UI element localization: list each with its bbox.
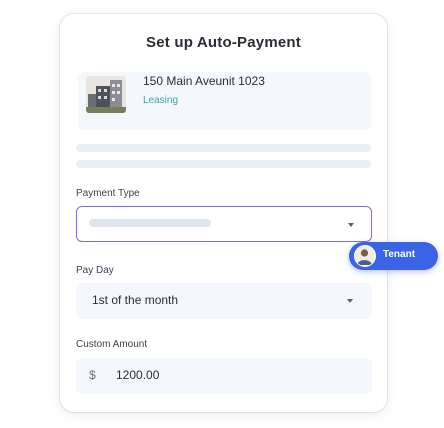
pay-day-value: 1st of the month xyxy=(92,293,179,307)
payment-type-placeholder xyxy=(89,219,211,227)
tenant-avatar xyxy=(354,245,376,267)
tenant-label: Tenant xyxy=(383,249,416,260)
property-thumbnail xyxy=(86,76,126,113)
person-avatar-icon xyxy=(355,246,374,265)
chevron-down-icon xyxy=(348,223,354,227)
property-address: 150 Main Aveunit 1023 xyxy=(143,74,265,88)
currency-symbol: $ xyxy=(89,368,96,382)
pay-day-label: Pay Day xyxy=(76,265,114,276)
custom-amount-value: 1200.00 xyxy=(116,368,160,382)
custom-amount-input[interactable]: $ 1200.00 xyxy=(76,358,372,394)
tenant-cursor-badge: Tenant xyxy=(349,242,438,270)
building-image-icon xyxy=(86,76,126,113)
loading-placeholder xyxy=(76,144,371,152)
dialog-title: Set up Auto-Payment xyxy=(146,34,301,51)
property-status: Leasing xyxy=(143,95,179,106)
payment-type-select[interactable] xyxy=(76,206,372,242)
custom-amount-label: Custom Amount xyxy=(76,339,148,350)
chevron-down-icon xyxy=(347,299,353,303)
pay-day-select[interactable]: 1st of the month xyxy=(76,283,372,319)
auto-payment-card: Set up Auto-Payment 150 Main Aveunit 102… xyxy=(60,14,387,412)
property-summary: 150 Main Aveunit 1023 Leasing xyxy=(78,72,371,130)
loading-placeholder xyxy=(76,160,371,168)
payment-type-label: Payment Type xyxy=(76,188,140,199)
